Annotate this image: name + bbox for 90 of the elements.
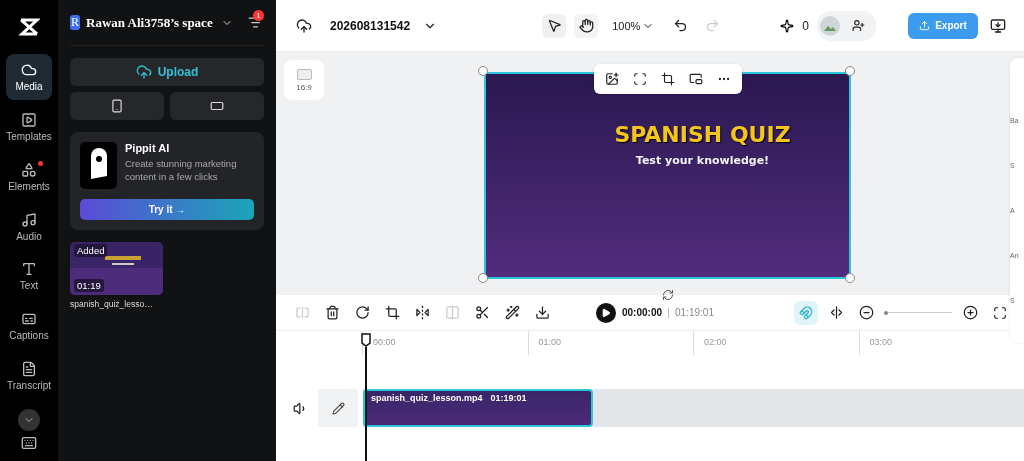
nav-item[interactable]: Elements	[6, 153, 52, 200]
hand-tool-button[interactable]	[574, 13, 599, 38]
clip-duration: 01:19:01	[490, 393, 527, 403]
download-icon	[534, 305, 550, 320]
project-name[interactable]: 202608131542	[330, 18, 411, 33]
current-time: 00:00:00	[622, 307, 663, 318]
clip-name: spanish_quiz_lesson.mp4	[371, 393, 483, 403]
ruler-label: 01:00	[527, 331, 693, 355]
undo-icon	[672, 18, 688, 33]
sparkle-icon	[780, 18, 795, 33]
slide-subtitle: Test your knowledge!	[635, 154, 770, 167]
zoom-dropdown[interactable]: 100%	[606, 18, 661, 33]
pointer-icon	[546, 18, 562, 33]
zoom-out-icon	[858, 305, 874, 320]
nav-item[interactable]: Audio	[6, 203, 52, 250]
pencil-icon	[331, 401, 345, 415]
image-plus-icon	[605, 72, 619, 86]
promo-text: Create stunning marketing content in a few clicks	[125, 157, 238, 183]
playhead[interactable]	[361, 333, 371, 461]
redo-icon	[704, 18, 720, 33]
split-align-icon	[828, 305, 844, 320]
flip-icon	[414, 305, 430, 320]
add-user-icon	[851, 19, 865, 32]
rotate-handle[interactable]	[662, 289, 674, 301]
pippit-logo-icon	[80, 142, 117, 189]
slider-thumb[interactable]	[884, 310, 888, 315]
keyboard-button[interactable]	[21, 435, 37, 451]
magnet-icon	[799, 305, 813, 320]
hand-icon	[578, 18, 594, 33]
split-icon	[294, 305, 310, 320]
resize-handle[interactable]	[478, 66, 488, 76]
picture-in-picture-icon	[689, 72, 703, 86]
video-clip[interactable]: spanish_quiz_lesson.mp4 01:19:01	[363, 389, 593, 427]
pointer-tool-button[interactable]	[542, 13, 567, 38]
cloud-upload-icon	[135, 64, 152, 80]
workspace-avatar: R	[70, 15, 80, 30]
ruler-label: 02:00	[693, 331, 859, 355]
phone-icon	[110, 99, 124, 113]
resize-handle[interactable]	[845, 273, 855, 283]
credits-count: 0	[802, 18, 809, 33]
music-icon	[21, 211, 37, 228]
cloud-upload-icon	[296, 17, 312, 34]
resize-handle[interactable]	[845, 66, 855, 76]
fullscreen-icon	[993, 305, 1007, 320]
trash-icon	[324, 305, 340, 320]
video-icon	[21, 111, 37, 128]
logo-icon	[18, 16, 40, 38]
notifications-button[interactable]: 1	[246, 9, 264, 36]
nav-item[interactable]: Transcript	[6, 353, 52, 400]
upload-button[interactable]: Upload	[70, 58, 264, 86]
added-label: Added	[74, 244, 108, 257]
columns-icon	[444, 305, 460, 320]
scissors-icon	[474, 305, 490, 320]
aspect-ratio-button[interactable]: 16:9	[284, 60, 324, 100]
nav-item[interactable]: Templates	[6, 103, 52, 150]
text-icon	[21, 261, 37, 278]
zoom-in-icon	[962, 305, 978, 320]
rotate-icon	[354, 305, 370, 320]
play-icon	[601, 307, 611, 318]
shapes-icon	[21, 161, 37, 178]
crop-icon	[384, 305, 400, 320]
play-button[interactable]	[596, 302, 616, 323]
slide-title: SPANISH QUIZ	[614, 122, 791, 147]
media-thumbnail[interactable]: Added 01:19	[70, 242, 163, 295]
rotate-icon	[662, 289, 674, 301]
ratio-label: 16:9	[296, 82, 312, 92]
document-icon	[21, 361, 37, 378]
media-name: spanish_quiz_lesso…	[70, 299, 154, 309]
total-time: 01:19:01	[675, 307, 714, 318]
scan-icon	[633, 72, 647, 86]
wand-icon	[504, 305, 520, 320]
crop-icon	[661, 72, 675, 86]
expand-button[interactable]	[18, 409, 40, 431]
try-it-button[interactable]: Try it →	[80, 199, 254, 220]
playhead-handle-icon	[361, 333, 371, 347]
nav-item[interactable]: Text	[6, 253, 52, 300]
nav-item[interactable]: Captions	[6, 303, 52, 350]
notification-badge: 1	[253, 9, 264, 21]
resize-handle[interactable]	[478, 273, 488, 283]
nav-item[interactable]: Media	[6, 53, 52, 100]
monitor-icon	[990, 17, 1006, 34]
screen-icon	[210, 99, 224, 113]
keyboard-icon	[21, 435, 37, 451]
workspace-name[interactable]: Rawan Ali3758’s space	[86, 14, 213, 31]
promo-title: Pippit AI	[125, 142, 171, 154]
duration-label: 01:19	[74, 279, 104, 292]
upload-icon	[919, 20, 931, 31]
avatar-icon	[820, 15, 840, 36]
ratio-icon	[296, 68, 312, 80]
phone-button[interactable]	[70, 92, 164, 120]
